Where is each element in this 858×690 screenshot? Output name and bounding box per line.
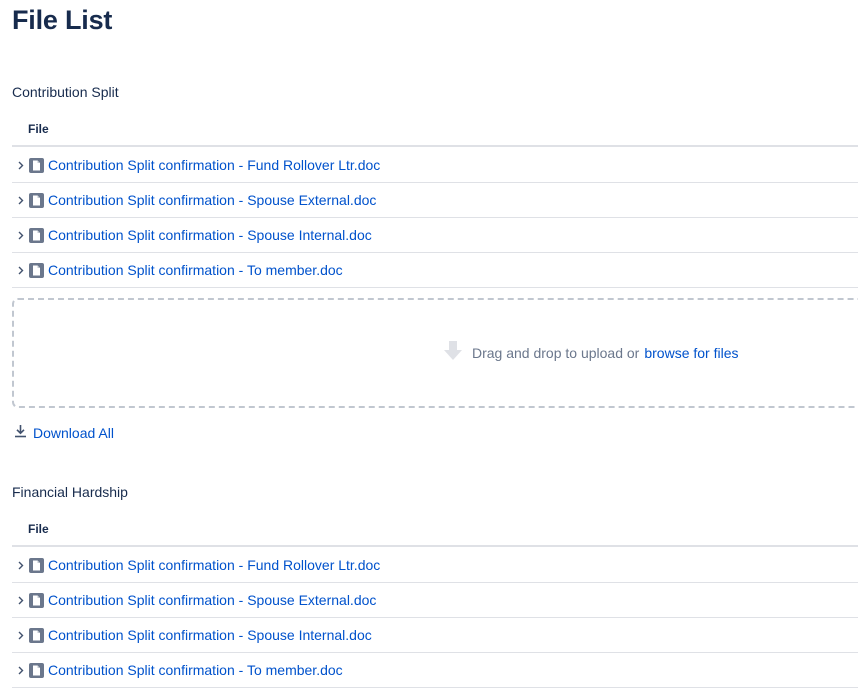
file-link[interactable]: Contribution Split confirmation - To mem…: [48, 262, 343, 278]
chevron-right-icon[interactable]: [16, 596, 25, 605]
download-all-link[interactable]: Download All: [14, 424, 114, 441]
dropzone-message: Drag and drop to upload or browse for fi…: [442, 340, 739, 365]
download-all-label: Download All: [33, 424, 114, 441]
chevron-right-icon[interactable]: [16, 196, 25, 205]
upload-dropzone[interactable]: Drag and drop to upload or browse for fi…: [12, 298, 858, 408]
file-link[interactable]: Contribution Split confirmation - Spouse…: [48, 227, 372, 243]
file-link[interactable]: Contribution Split confirmation - Spouse…: [48, 192, 376, 208]
chevron-right-icon[interactable]: [16, 631, 25, 640]
column-header-file[interactable]: File: [28, 521, 49, 537]
document-icon: [29, 262, 44, 278]
arrow-down-icon: [442, 340, 464, 365]
file-link[interactable]: Contribution Split confirmation - Spouse…: [48, 592, 376, 608]
file-row[interactable]: Contribution Split confirmation - To mem…: [12, 253, 858, 288]
column-header-file[interactable]: File: [28, 121, 49, 137]
file-row[interactable]: Contribution Split confirmation - Spouse…: [12, 583, 858, 618]
file-link[interactable]: Contribution Split confirmation - Spouse…: [48, 627, 372, 643]
file-list-page: File List Contribution Split File Contri…: [0, 0, 858, 690]
page-title: File List: [12, 5, 113, 35]
header-divider: [12, 145, 858, 147]
chevron-right-icon[interactable]: [16, 161, 25, 170]
document-icon: [29, 627, 44, 643]
download-icon: [14, 424, 27, 441]
file-row[interactable]: Contribution Split confirmation - Spouse…: [12, 218, 858, 253]
file-link[interactable]: Contribution Split confirmation - Fund R…: [48, 557, 380, 573]
dropzone-text: Drag and drop to upload or: [472, 344, 640, 361]
chevron-right-icon[interactable]: [16, 666, 25, 675]
chevron-right-icon[interactable]: [16, 561, 25, 570]
file-row[interactable]: Contribution Split confirmation - Spouse…: [12, 183, 858, 218]
browse-files-link[interactable]: browse for files: [644, 345, 738, 361]
file-link[interactable]: Contribution Split confirmation - Fund R…: [48, 157, 380, 173]
file-link[interactable]: Contribution Split confirmation - To mem…: [48, 662, 343, 678]
section-label: Financial Hardship: [12, 484, 128, 500]
document-icon: [29, 157, 44, 173]
file-row[interactable]: Contribution Split confirmation - Spouse…: [12, 618, 858, 653]
file-row[interactable]: Contribution Split confirmation - Fund R…: [12, 548, 858, 583]
document-icon: [29, 662, 44, 678]
chevron-right-icon[interactable]: [16, 231, 25, 240]
chevron-right-icon[interactable]: [16, 266, 25, 275]
header-divider: [12, 545, 858, 547]
file-row[interactable]: Contribution Split confirmation - Fund R…: [12, 148, 858, 183]
file-row[interactable]: Contribution Split confirmation - To mem…: [12, 653, 858, 688]
document-icon: [29, 227, 44, 243]
section-label: Contribution Split: [12, 84, 119, 100]
document-icon: [29, 592, 44, 608]
document-icon: [29, 192, 44, 208]
document-icon: [29, 557, 44, 573]
